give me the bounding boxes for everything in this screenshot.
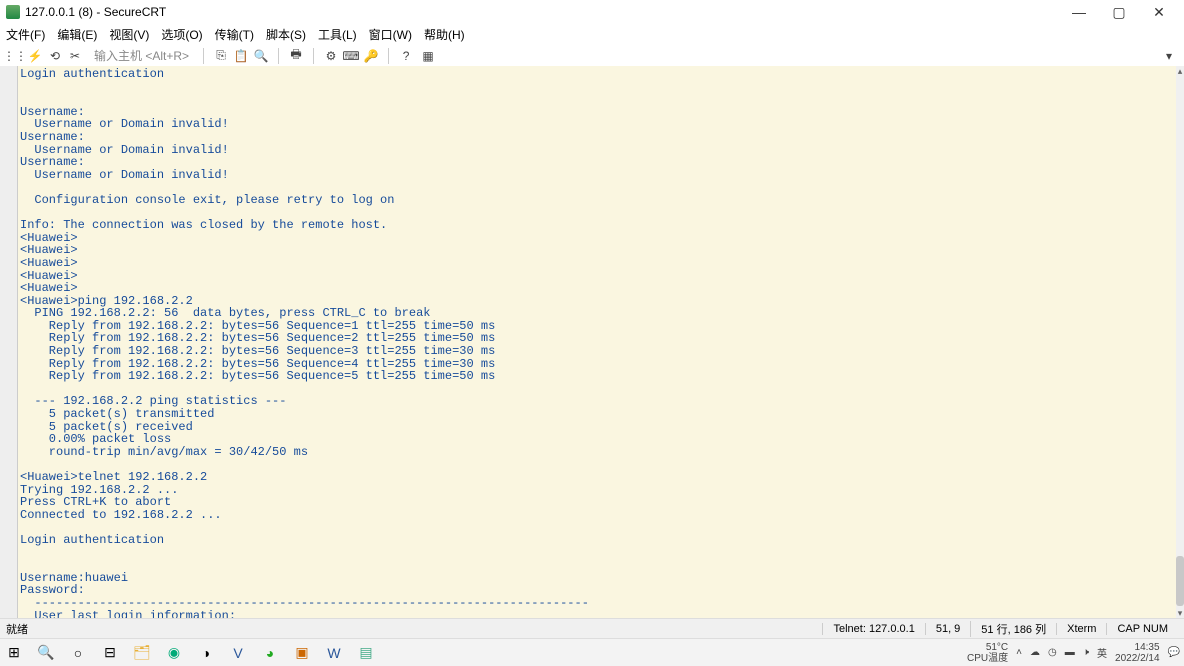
- temp-label: CPU温度: [967, 653, 1008, 664]
- tray-volume-icon[interactable]: 🕨: [1083, 647, 1089, 658]
- menu-options[interactable]: 选项(O): [161, 26, 202, 43]
- maximize-button[interactable]: ▢: [1108, 4, 1130, 21]
- word-icon[interactable]: W: [324, 643, 344, 663]
- connect-icon[interactable]: ⋮⋮: [6, 47, 24, 65]
- visio-icon[interactable]: V: [228, 643, 248, 663]
- separator: [278, 48, 279, 64]
- cortana-icon[interactable]: ○: [68, 643, 88, 663]
- menu-script[interactable]: 脚本(S): [266, 26, 306, 43]
- scroll-down-icon[interactable]: ▾: [1176, 608, 1184, 618]
- quick-connect-icon[interactable]: ⚡: [26, 47, 44, 65]
- tray-ime[interactable]: 英: [1097, 645, 1107, 660]
- menu-edit[interactable]: 编辑(E): [57, 26, 97, 43]
- copy-icon[interactable]: ⎘: [212, 47, 230, 65]
- keyboard-icon[interactable]: ⌨: [342, 47, 360, 65]
- taskbar: ⊞ 🔍 ○ ⊟ 🗂 ◉ ◑ V ◕ ▣ W ▤ 51°C CPU温度 ˄ ☁ ◷…: [0, 638, 1184, 666]
- menubar: 文件(F) 编辑(E) 视图(V) 选项(O) 传输(T) 脚本(S) 工具(L…: [0, 24, 1184, 44]
- securecrt-icon[interactable]: ▤: [356, 643, 376, 663]
- separator: [313, 48, 314, 64]
- menu-tools[interactable]: 工具(L): [318, 26, 357, 43]
- scroll-thumb[interactable]: [1176, 556, 1184, 606]
- ensp-icon[interactable]: ▣: [292, 643, 312, 663]
- tray-battery-icon[interactable]: ▬: [1065, 647, 1075, 658]
- minimize-button[interactable]: —: [1068, 4, 1090, 21]
- separator: [203, 48, 204, 64]
- tile-icon[interactable]: ▦: [419, 47, 437, 65]
- window-title: 127.0.0.1 (8) - SecureCRT: [25, 5, 1068, 19]
- task-view-icon[interactable]: ⊟: [100, 643, 120, 663]
- separator: [388, 48, 389, 64]
- chrome-icon[interactable]: ◑: [196, 643, 216, 663]
- start-icon[interactable]: ⊞: [4, 643, 24, 663]
- settings-icon[interactable]: ⚙: [322, 47, 340, 65]
- menu-help[interactable]: 帮助(H): [424, 26, 465, 43]
- status-dimensions: 51 行, 186 列: [970, 621, 1056, 637]
- app-icon: [6, 5, 20, 19]
- tray-onedrive-icon[interactable]: ☁: [1030, 647, 1040, 658]
- help-icon[interactable]: ?: [397, 47, 415, 65]
- side-strip[interactable]: [0, 66, 18, 618]
- statusbar: 就绪 Telnet: 127.0.0.1 51, 9 51 行, 186 列 X…: [0, 618, 1184, 638]
- terminal-output[interactable]: Login authentication Username: Username …: [18, 66, 1176, 618]
- host-input-hint[interactable]: 输入主机 <Alt+R>: [88, 47, 195, 64]
- titlebar: 127.0.0.1 (8) - SecureCRT — ▢ ✕: [0, 0, 1184, 24]
- paste-icon[interactable]: 📋: [232, 47, 250, 65]
- notifications-icon[interactable]: 💬: [1168, 647, 1180, 658]
- menu-file[interactable]: 文件(F): [6, 26, 45, 43]
- tray-wifi-icon[interactable]: ◷: [1048, 647, 1057, 658]
- explorer-icon[interactable]: 🗂: [132, 643, 152, 663]
- menu-transfer[interactable]: 传输(T): [215, 26, 254, 43]
- status-ready: 就绪: [6, 621, 822, 637]
- search-icon[interactable]: 🔍: [36, 643, 56, 663]
- dropdown-icon[interactable]: ▾: [1160, 47, 1178, 65]
- menu-window[interactable]: 窗口(W): [369, 26, 412, 43]
- temp-value: 51°C: [986, 642, 1008, 653]
- tray-chevron-icon[interactable]: ˄: [1016, 647, 1022, 658]
- toolbar: ⋮⋮ ⚡ ⟲ ✂ 输入主机 <Alt+R> ⎘ 📋 🔍 🖶 ⚙ ⌨ 🔑 ? ▦ …: [0, 44, 1184, 68]
- status-caps: CAP NUM: [1106, 623, 1178, 635]
- clock[interactable]: 14:35 2022/2/14: [1115, 642, 1160, 664]
- status-term-type: Xterm: [1056, 623, 1106, 635]
- reconnect-icon[interactable]: ⟲: [46, 47, 64, 65]
- scroll-up-icon[interactable]: ▴: [1176, 66, 1184, 76]
- menu-view[interactable]: 视图(V): [109, 26, 149, 43]
- scrollbar[interactable]: ▴ ▾: [1176, 66, 1184, 618]
- key-icon[interactable]: 🔑: [362, 47, 380, 65]
- clock-time: 14:35: [1135, 642, 1160, 653]
- temp-widget[interactable]: 51°C CPU温度: [967, 642, 1008, 664]
- edge-icon[interactable]: ◉: [164, 643, 184, 663]
- status-connection: Telnet: 127.0.0.1: [822, 623, 924, 635]
- disconnect-icon[interactable]: ✂: [66, 47, 84, 65]
- close-button[interactable]: ✕: [1148, 4, 1170, 21]
- status-cursor-pos: 51, 9: [925, 623, 970, 635]
- wechat-icon[interactable]: ◕: [260, 643, 280, 663]
- clock-date: 2022/2/14: [1115, 653, 1160, 664]
- print-icon[interactable]: 🖶: [287, 47, 305, 65]
- find-icon[interactable]: 🔍: [252, 47, 270, 65]
